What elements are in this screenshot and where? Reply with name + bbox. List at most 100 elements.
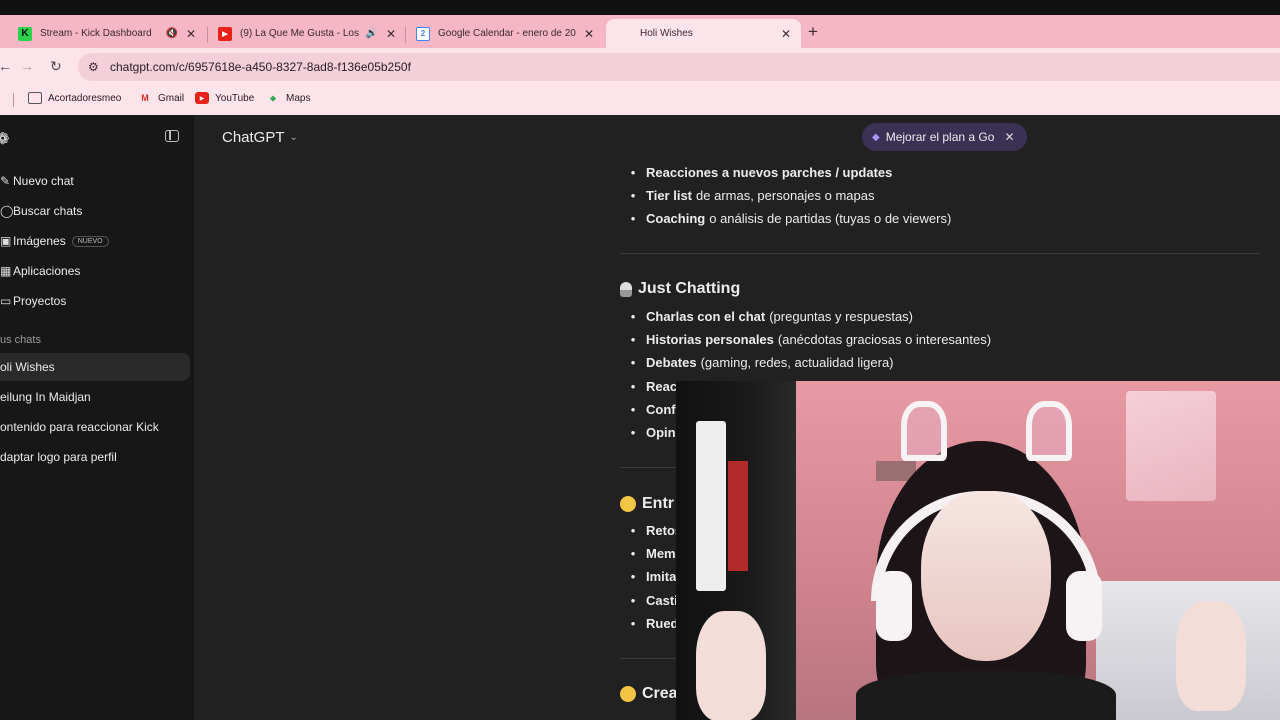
hanging-clothes [696, 421, 726, 591]
list-item: • Mem [630, 546, 676, 561]
chat-item[interactable]: daptar logo para perfil [0, 443, 190, 471]
bookmark-maps[interactable]: ⬥ Maps [266, 92, 311, 104]
wall-poster [1126, 391, 1216, 501]
chat-item[interactable]: eilung In Maidjan [0, 383, 190, 411]
chat-item-label: daptar logo para perfil [0, 450, 117, 464]
sidebar-item-projects[interactable]: ▭ Proyectos [0, 286, 190, 316]
tab-title: (9) La Que Me Gusta - Los A [240, 28, 360, 39]
tab-calendar[interactable]: 2 Google Calendar - enero de 20 ✕ [404, 19, 604, 48]
apps-icon: ▦ [0, 264, 12, 278]
sidebar-item-apps[interactable]: ▦ Aplicaciones [0, 256, 190, 286]
sidebar-item-images[interactable]: ▣ Imágenes NUEVO [0, 226, 190, 256]
streamer-body [856, 671, 1116, 720]
image-icon: ▣ [0, 234, 12, 248]
list-item: • Historias personales (anécdotas graciosa… [630, 332, 992, 347]
browser-tab-bar: K Stream - Kick Dashboard 🔇 ✕ ▶ (9) La Q… [0, 15, 1280, 48]
list-item: • Casti [630, 593, 678, 608]
cat-ear-right [1026, 401, 1072, 461]
forward-icon[interactable]: → [20, 58, 34, 74]
sidebar-item-label: Nuevo chat [13, 174, 74, 188]
chatgpt-logo-icon[interactable]: ❁ [0, 129, 9, 149]
microphone-icon [620, 281, 632, 297]
tab-kick[interactable]: K Stream - Kick Dashboard 🔇 ✕ [6, 19, 206, 48]
headset-cup-right [1066, 571, 1102, 641]
url-text: chatgpt.com/c/6957618e-a450-8327-8ad8-f1… [110, 60, 411, 74]
cat-ear-left [901, 401, 947, 461]
divider [620, 253, 1260, 254]
chat-item-label: eilung In Maidjan [0, 390, 91, 404]
sidebar-item-new-chat[interactable]: ✎ Nuevo chat [0, 166, 190, 196]
bookmark-gmail[interactable]: M Gmail [138, 92, 184, 104]
youtube-icon: ▶ [195, 92, 209, 104]
bookmark-label: Gmail [158, 92, 185, 104]
kick-icon: K [18, 26, 32, 41]
tab-title: Stream - Kick Dashboard [40, 28, 152, 39]
hanging-clothes [728, 461, 748, 571]
section-heading: Crea [620, 685, 678, 703]
url-field[interactable]: ⚙ chatgpt.com/c/6957618e-a450-8327-8ad8-… [78, 53, 1280, 81]
bookmark-label: Maps [286, 92, 311, 104]
gmail-icon: M [141, 93, 149, 103]
bookmark-label: Acortadoresmeo [48, 92, 122, 104]
calendar-icon: 2 [416, 26, 430, 41]
list-item: • Rued [630, 616, 679, 631]
streamer-hand-right [1176, 601, 1246, 711]
list-item: • Reacciones a nuevos parches / updates [630, 165, 893, 180]
bookmark-youtube[interactable]: ▶ YouTube [195, 92, 254, 104]
model-selector[interactable]: ChatGPT ⌄ [222, 129, 298, 146]
bookmark-divider [13, 93, 14, 107]
chat-item[interactable]: ontenido para reaccionar Kick [0, 413, 190, 441]
new-badge: NUEVO [71, 235, 109, 247]
tab-chatgpt[interactable]: Holi Wishes ✕ [606, 19, 801, 48]
muted-icon[interactable]: 🔇 [165, 28, 177, 39]
list-item: • Debates (gaming, redes, actualidad liger… [630, 355, 894, 370]
search-icon: ◯ [0, 204, 13, 218]
list-item: • Charlas con el chat (preguntas y respues… [630, 309, 914, 324]
tab-title: Holi Wishes [640, 28, 693, 39]
list-item: • Opin [630, 425, 676, 440]
model-name: ChatGPT [222, 129, 285, 146]
top-strip [0, 0, 1280, 15]
close-icon[interactable]: ✕ [781, 27, 791, 41]
list-item: • Imita [630, 569, 677, 584]
sidebar-toggle-icon[interactable] [165, 130, 179, 142]
speaker-icon[interactable]: 🔊 [365, 28, 377, 39]
chevron-down-icon: ⌄ [289, 132, 298, 143]
site-info-icon[interactable]: ⚙ [88, 60, 102, 74]
tab-youtube[interactable]: ▶ (9) La Que Me Gusta - Los A 🔊 ✕ [206, 19, 406, 48]
maps-icon: ⬥ [269, 92, 277, 103]
list-item: • Coaching o análisis de partidas (tuyas o… [630, 211, 952, 226]
chat-item[interactable]: oli Wishes [0, 353, 190, 381]
section-heading: Entr [620, 495, 674, 513]
headset-cup-left [876, 571, 912, 641]
sidebar-item-label: Proyectos [13, 294, 67, 308]
chatgpt-icon [618, 26, 632, 41]
youtube-icon: ▶ [218, 26, 232, 41]
tab-title: Google Calendar - enero de 20 [438, 28, 576, 39]
new-tab-button[interactable]: + [808, 22, 818, 42]
list-item: • Tier list de armas, personajes o mapas [630, 188, 875, 203]
chats-section-label: us chats [0, 334, 41, 346]
reload-icon[interactable]: ↻ [50, 58, 62, 75]
webcam-overlay [676, 381, 1280, 720]
streamer-hand-left [696, 611, 766, 720]
smirk-face-icon [620, 686, 636, 702]
close-icon[interactable]: ✕ [386, 27, 396, 41]
section-heading: Just Chatting [620, 280, 740, 298]
bookmark-label: YouTube [215, 92, 255, 104]
sidebar-item-label: Buscar chats [13, 204, 83, 218]
bookmark-acortadoresmeo[interactable]: Acortadoresmeo [28, 92, 121, 104]
list-item: • Reac [630, 379, 678, 394]
back-icon[interactable]: ← [0, 58, 12, 74]
close-icon[interactable]: ✕ [186, 27, 196, 41]
sidebar-item-label: Aplicaciones [13, 264, 81, 278]
streamer-face [921, 491, 1051, 661]
sidebar-item-label: Imágenes [13, 234, 66, 248]
chat-item-label: oli Wishes [0, 360, 55, 374]
close-icon[interactable]: ✕ [584, 27, 594, 41]
chat-item-label: ontenido para reaccionar Kick [0, 420, 159, 434]
sidebar-item-search[interactable]: ◯ Buscar chats [0, 196, 190, 226]
bookmarks-bar: Acortadoresmeo M Gmail ▶ YouTube ⬥ Maps [0, 85, 1280, 115]
laughing-face-icon [620, 496, 636, 512]
edit-icon: ✎ [0, 174, 11, 188]
